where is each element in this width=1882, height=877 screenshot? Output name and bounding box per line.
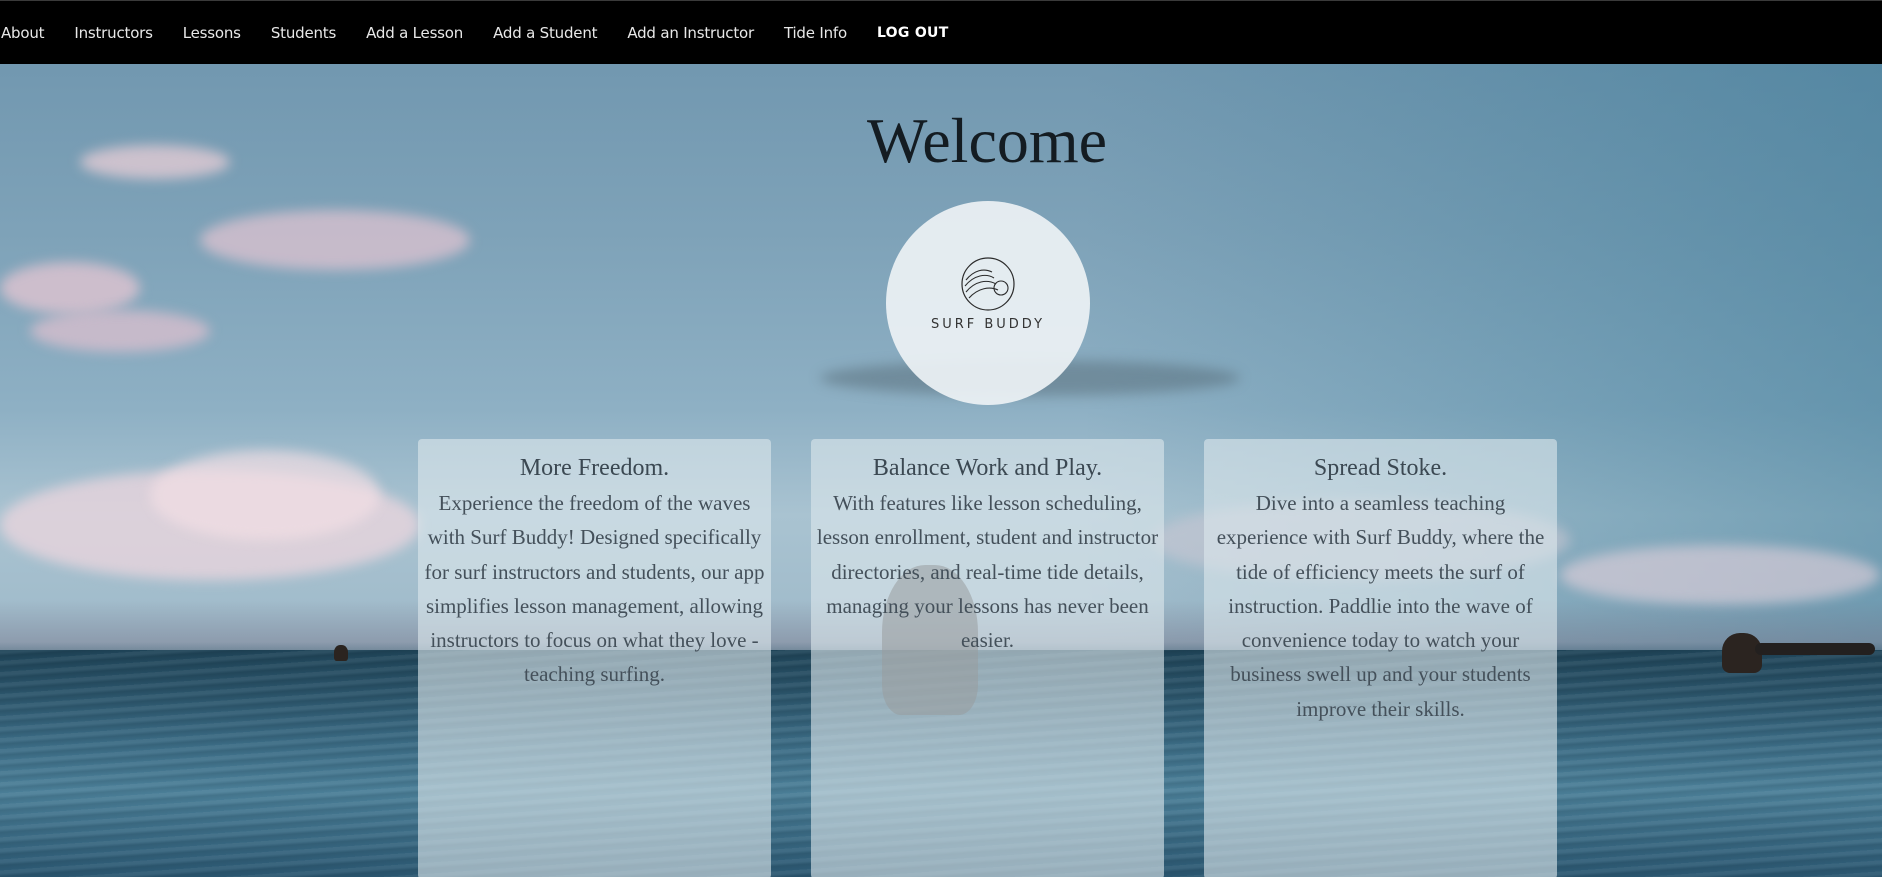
- top-navbar: About Instructors Lessons Students Add a…: [0, 0, 1882, 64]
- page-title: Welcome: [866, 105, 1108, 176]
- logo-text: SURF BUDDY: [930, 317, 1046, 332]
- card-body: With features like lesson scheduling, le…: [816, 491, 1159, 653]
- logout-button[interactable]: LOG OUT: [877, 25, 949, 41]
- cloud: [150, 450, 380, 540]
- logo-badge: SURF BUDDY: [886, 201, 1090, 405]
- cloud: [0, 262, 140, 314]
- cloud: [200, 210, 470, 270]
- nav-link-add-student[interactable]: Add a Student: [493, 24, 597, 42]
- nav-link-add-instructor[interactable]: Add an Instructor: [627, 24, 754, 42]
- wave-sun-icon: [961, 257, 1015, 311]
- card-body: Experience the freedom of the waves with…: [424, 491, 765, 687]
- cloud: [30, 310, 210, 352]
- card-title: Balance Work and Play.: [872, 455, 1103, 481]
- nav-link-about[interactable]: About: [1, 24, 45, 42]
- feature-card: Balance Work and Play. With features lik…: [811, 439, 1164, 877]
- nav-link-add-lesson[interactable]: Add a Lesson: [366, 24, 463, 42]
- surfer-distant: [334, 645, 348, 661]
- card-body: Dive into a seamless teaching experience…: [1216, 491, 1545, 721]
- nav-link-tide-info[interactable]: Tide Info: [784, 24, 847, 42]
- cloud: [1560, 545, 1880, 605]
- card-title: Spread Stoke.: [1313, 455, 1448, 481]
- feature-card: Spread Stoke. Dive into a seamless teach…: [1204, 439, 1557, 877]
- card-title: More Freedom.: [519, 455, 670, 481]
- nav-link-students[interactable]: Students: [271, 24, 336, 42]
- nav-link-lessons[interactable]: Lessons: [183, 24, 241, 42]
- surfboard-right: [1755, 643, 1875, 655]
- feature-card: More Freedom. Experience the freedom of …: [418, 439, 771, 877]
- nav-link-instructors[interactable]: Instructors: [74, 24, 153, 42]
